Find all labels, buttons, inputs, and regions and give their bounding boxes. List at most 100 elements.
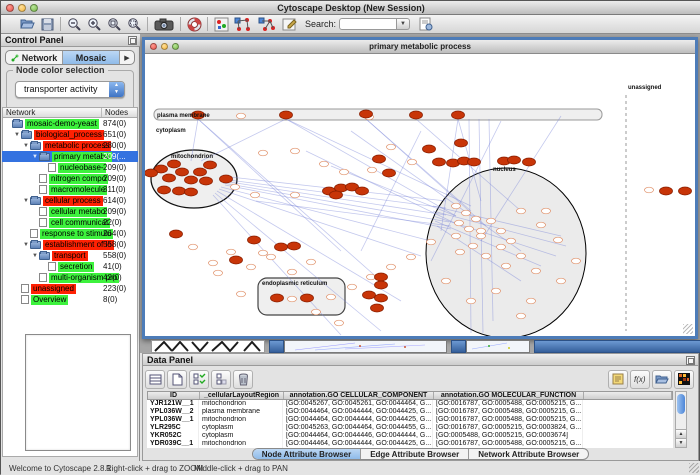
birds-eye-view[interactable] <box>25 334 131 451</box>
network-window-titlebar[interactable]: primary metabolic process <box>145 40 695 54</box>
node-selected-attribute[interactable] <box>660 187 673 195</box>
function-icon[interactable]: f(x) <box>630 370 650 389</box>
node[interactable] <box>237 113 246 119</box>
node[interactable] <box>467 298 476 304</box>
more-tabs-arrow-icon[interactable]: ▶ <box>120 51 134 64</box>
node-selected-attribute[interactable] <box>383 169 396 177</box>
zoom-fit-icon[interactable] <box>124 16 144 33</box>
node[interactable] <box>259 250 268 256</box>
node-selected-attribute[interactable] <box>301 294 314 302</box>
node-color-dropdown[interactable]: transporter activity ▲▼ <box>15 81 125 98</box>
node[interactable] <box>557 278 566 284</box>
node-selected-attribute[interactable] <box>330 191 343 199</box>
node[interactable] <box>407 254 416 260</box>
node[interactable] <box>537 222 546 228</box>
node[interactable] <box>507 238 516 244</box>
table-row[interactable]: YPL036W__1mitochondrion[GO:0044464, GO:0… <box>147 416 673 424</box>
node-selected-attribute[interactable] <box>373 155 386 163</box>
node[interactable] <box>408 159 417 165</box>
node[interactable] <box>340 169 349 175</box>
column-header[interactable]: ID <box>148 392 200 399</box>
node[interactable] <box>497 244 506 250</box>
node-selected-attribute[interactable] <box>363 291 376 299</box>
node[interactable] <box>227 249 236 255</box>
tab-network[interactable]: Network <box>6 51 63 64</box>
tree-item[interactable]: nucleobase-209(0) <box>2 162 138 173</box>
node-selected-attribute[interactable] <box>230 256 243 264</box>
node[interactable] <box>487 218 496 224</box>
scroll-down-icon[interactable]: ▼ <box>676 438 686 447</box>
network-canvas[interactable]: plasma membranecytoplasmmitochondrionnuc… <box>145 54 695 336</box>
node[interactable] <box>492 288 501 294</box>
tab-edge-attribute-browser[interactable]: Edge Attribute Browser <box>361 449 469 459</box>
import-attributes-icon[interactable] <box>652 370 672 389</box>
node[interactable] <box>532 268 541 274</box>
node-selected-attribute[interactable] <box>168 160 181 168</box>
expand-triangle-icon[interactable]: ▼ <box>31 154 39 160</box>
zoom-out-icon[interactable] <box>64 16 84 33</box>
expand-triangle-icon[interactable]: ▼ <box>22 143 30 149</box>
tree-item[interactable]: cell communicat22(0) <box>2 217 138 228</box>
node[interactable] <box>291 148 300 154</box>
table-row[interactable]: YPL036W__2plasma membrane[GO:0044464, GO… <box>147 408 673 416</box>
node-selected-attribute[interactable] <box>200 177 213 185</box>
node[interactable] <box>497 228 506 234</box>
expand-triangle-icon[interactable]: ▼ <box>22 198 30 204</box>
node[interactable] <box>427 239 436 245</box>
node-selected-attribute[interactable] <box>185 176 198 184</box>
node-selected-attribute[interactable] <box>360 110 373 118</box>
tab-node-attribute-browser[interactable]: Node Attribute Browser <box>253 449 362 459</box>
node[interactable] <box>462 210 471 216</box>
node[interactable] <box>387 264 396 270</box>
node-selected-attribute[interactable] <box>248 236 261 244</box>
node-selected-attribute[interactable] <box>145 169 158 177</box>
node-selected-attribute[interactable] <box>173 187 186 195</box>
node[interactable] <box>237 291 246 297</box>
search-dropdown-button[interactable]: ▼ <box>397 18 410 30</box>
node[interactable] <box>251 192 260 198</box>
node[interactable] <box>542 208 551 214</box>
node-selected-attribute[interactable] <box>523 158 536 166</box>
tree-item[interactable]: ▼establishment of lo558(0) <box>2 239 138 250</box>
minimized-window-icon[interactable] <box>451 340 466 353</box>
node-selected-attribute[interactable] <box>356 187 369 195</box>
tree-item[interactable]: ▼cellular process614(0) <box>2 195 138 206</box>
node-selected-attribute[interactable] <box>158 186 171 194</box>
node-selected-attribute[interactable] <box>375 294 388 302</box>
node[interactable] <box>335 320 344 326</box>
tree-item[interactable]: ▼biological_process651(0) <box>2 129 138 140</box>
node[interactable] <box>472 216 481 222</box>
save-icon[interactable] <box>37 16 57 33</box>
minimized-window-icon[interactable] <box>269 340 284 353</box>
node-selected-attribute[interactable] <box>679 187 692 195</box>
node-selected-attribute[interactable] <box>220 175 233 183</box>
node-selected-attribute[interactable] <box>271 294 284 302</box>
node-selected-attribute[interactable] <box>508 156 521 164</box>
node-selected-attribute[interactable] <box>468 158 481 166</box>
node-selected-attribute[interactable] <box>452 111 465 119</box>
background-window-thumbnail[interactable] <box>466 340 530 353</box>
tree-item[interactable]: cellular metabo209(0) <box>2 206 138 217</box>
tab-network-attribute-browser[interactable]: Network Attribute Browser <box>469 449 588 459</box>
node[interactable] <box>214 270 223 276</box>
scrollbar-thumb[interactable] <box>677 394 685 414</box>
node-selected-attribute[interactable] <box>375 273 388 281</box>
node[interactable] <box>259 150 268 156</box>
float-panel-icon[interactable] <box>128 36 137 45</box>
node[interactable] <box>482 253 491 259</box>
node[interactable] <box>645 187 654 193</box>
table-row[interactable]: YJR121W__1mitochondrion[GO:0045267, GO:0… <box>147 400 673 408</box>
tree-item[interactable]: multi-organism pro42(0) <box>2 272 138 283</box>
node[interactable] <box>456 249 465 255</box>
node[interactable] <box>312 309 321 315</box>
node-selected-attribute[interactable] <box>423 145 436 153</box>
tree-item[interactable]: Overview8(0) <box>2 294 138 305</box>
node[interactable] <box>247 264 256 270</box>
snapshot-camera-icon[interactable] <box>151 16 177 33</box>
node-selected-attribute[interactable] <box>275 243 288 251</box>
zoom-selected-icon[interactable] <box>104 16 124 33</box>
background-window-thumbnail[interactable] <box>151 340 265 353</box>
tree-header-network[interactable]: Network <box>3 108 102 117</box>
open-file-icon[interactable] <box>17 16 37 33</box>
node[interactable] <box>517 208 526 214</box>
